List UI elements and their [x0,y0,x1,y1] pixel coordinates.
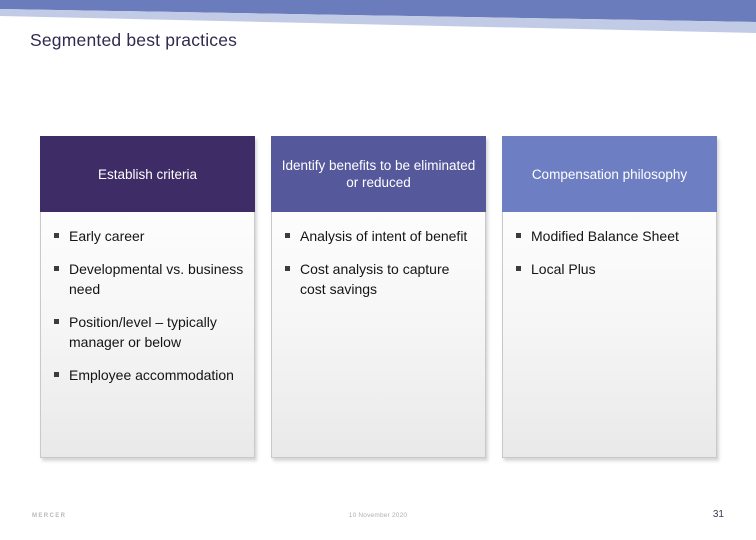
list-item: Analysis of intent of benefit [284,226,475,247]
list-item: Local Plus [515,259,706,280]
band-dark-shape [0,0,756,22]
list-item: Modified Balance Sheet [515,226,706,247]
list-item-label: Employee accommodation [69,366,234,383]
card-header-compensation-philosophy: Compensation philosophy [502,136,717,212]
list-item-label: Position/level – typically manager or be… [69,313,217,351]
list-item: Employee accommodation [53,365,244,386]
list-item: Early career [53,226,244,247]
bullet-square-icon [285,265,290,271]
list-item-label: Analysis of intent of benefit [300,228,468,244]
bullet-list-compensation-philosophy: Modified Balance Sheet Local Plus [515,226,706,279]
page-title: Segmented best practices [30,30,238,50]
card-body-establish-criteria: Early career Developmental vs. business … [40,212,255,458]
list-item: Position/level – typically manager or be… [53,312,244,353]
list-item: Cost analysis to capture cost savings [284,259,475,300]
list-item-label: Local Plus [531,260,596,277]
list-item-label: Modified Balance Sheet [531,228,679,244]
bullet-square-icon [54,371,59,377]
card-identify-benefits: Identify benefits to be eliminated or re… [271,136,486,458]
card-compensation-philosophy: Compensation philosophy Modified Balance… [502,136,717,458]
bullet-square-icon [285,233,290,238]
card-header-identify-benefits: Identify benefits to be eliminated or re… [271,136,486,212]
list-item-label: Early career [69,228,145,244]
bullet-list-establish-criteria: Early career Developmental vs. business … [53,226,244,385]
list-item-label: Developmental vs. business need [69,260,244,298]
list-item: Developmental vs. business need [53,259,244,300]
page-number: 31 [712,509,724,520]
card-header-establish-criteria: Establish criteria [40,136,255,212]
bullet-square-icon [516,233,521,238]
bullet-square-icon [54,265,59,271]
card-body-identify-benefits: Analysis of intent of benefit Cost analy… [271,212,486,458]
footer-date: 10 November 2020 [348,512,408,519]
bullet-list-identify-benefits: Analysis of intent of benefit Cost analy… [284,226,475,300]
bullet-square-icon [54,318,59,324]
bullet-square-icon [516,265,521,271]
bullet-square-icon [54,233,59,238]
card-establish-criteria: Establish criteria Early career Developm… [40,136,255,458]
card-body-compensation-philosophy: Modified Balance Sheet Local Plus [502,212,717,458]
best-practices-card-row: Establish criteria Early career Developm… [40,136,718,458]
list-item-label: Cost analysis to capture cost savings [300,260,450,298]
